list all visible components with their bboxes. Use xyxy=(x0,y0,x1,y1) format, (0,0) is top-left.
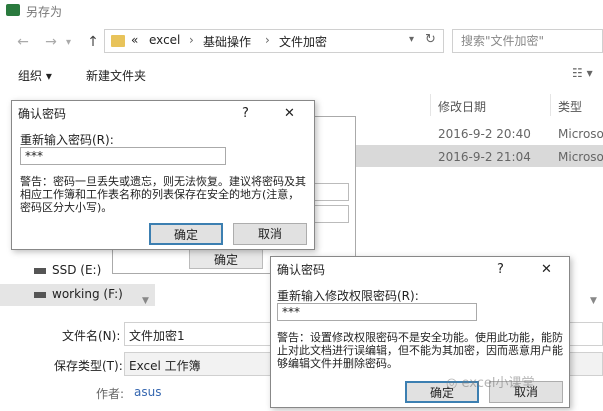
toolbar: 组织 ▾ 新建文件夹 ☷ ▾ xyxy=(0,60,603,90)
view-options-icon[interactable]: ☷ ▾ xyxy=(572,66,593,80)
address-chevrons[interactable]: « xyxy=(131,33,138,47)
dialog-title: 确认密码 xyxy=(271,257,569,283)
author-label: 作者: xyxy=(96,387,125,401)
filename-label: 文件名(N): xyxy=(62,329,121,343)
sidebar-scroll-down-icon[interactable]: ▼ xyxy=(142,296,149,306)
column-divider[interactable] xyxy=(430,94,431,116)
address-sep: › xyxy=(265,33,270,47)
drive-icon xyxy=(34,268,46,274)
forward-icon[interactable]: → xyxy=(40,31,62,53)
wechat-icon: ◎ xyxy=(446,376,458,391)
address-dropdown-icon[interactable]: ▾ xyxy=(409,34,414,45)
new-folder-button[interactable]: 新建文件夹 xyxy=(86,67,146,84)
file-row-date: 2016-9-2 20:40 xyxy=(438,127,531,141)
search-input[interactable]: 搜索"文件加密" xyxy=(452,29,603,53)
file-row-type: Microso xyxy=(558,127,603,141)
up-icon[interactable]: ↑ xyxy=(82,31,104,53)
dialog-title: 确认密码 xyxy=(12,101,314,127)
warning-text: 警告：密码一旦丢失或遗忘，则无法恢复。建议将密码及其相应工作簿和工作表名称的列表… xyxy=(20,175,306,214)
sidebar-item-working[interactable]: working (F:) xyxy=(0,284,155,306)
close-icon[interactable]: ✕ xyxy=(284,101,295,127)
reenter-modify-password-input[interactable]: *** xyxy=(277,303,477,321)
file-row-type: Microso xyxy=(558,150,603,164)
savetype-label: 保存类型(T): xyxy=(54,359,123,373)
address-sep: › xyxy=(189,33,194,47)
refresh-icon[interactable]: ↻ xyxy=(425,32,436,47)
drive-icon xyxy=(34,292,46,298)
reenter-password-label: 重新输入密码(R): xyxy=(20,133,114,147)
sidebar-item-label: SSD (E:) xyxy=(52,263,102,277)
window-title: 另存为 xyxy=(26,5,63,19)
address-segment-excel[interactable]: excel xyxy=(149,33,180,47)
warning-text: 警告：设置修改权限密码不是安全功能。使用此功能，能防止对此文档进行误编辑，但不能… xyxy=(277,331,563,370)
filename-value: 文件加密1 xyxy=(129,329,185,343)
close-icon[interactable]: ✕ xyxy=(541,257,552,283)
address-segment-encrypt[interactable]: 文件加密 xyxy=(279,33,327,50)
watermark-text: excel小课堂 xyxy=(461,376,535,391)
organize-button[interactable]: 组织 ▾ xyxy=(18,67,52,84)
ok-button[interactable]: 确定 xyxy=(189,249,263,269)
list-scroll-down-icon[interactable]: ▼ xyxy=(590,296,597,306)
app-icon xyxy=(6,4,20,16)
help-icon[interactable]: ? xyxy=(242,101,249,127)
address-segment-basic[interactable]: 基础操作 xyxy=(203,33,251,50)
help-icon[interactable]: ? xyxy=(497,257,504,283)
cancel-button[interactable]: 取消 xyxy=(233,223,307,245)
title-bar: 另存为 xyxy=(0,0,603,22)
column-divider[interactable] xyxy=(550,94,551,116)
reenter-password-input[interactable]: *** xyxy=(20,147,226,165)
column-modified-header[interactable]: 修改日期 xyxy=(438,98,486,115)
reenter-modify-password-label: 重新输入修改权限密码(R): xyxy=(277,289,419,303)
author-value[interactable]: asus xyxy=(134,385,161,399)
file-row-date: 2016-9-2 21:04 xyxy=(438,150,531,164)
recent-dropdown-icon[interactable]: ▾ xyxy=(66,37,71,48)
sidebar-item-label: working (F:) xyxy=(52,287,123,301)
savetype-value: Excel 工作簿 xyxy=(129,359,201,373)
ok-button[interactable]: 确定 xyxy=(149,223,223,245)
back-icon[interactable]: ← xyxy=(12,31,34,53)
confirm-password-dialog: 确认密码 ? ✕ 重新输入密码(R): *** 警告：密码一旦丢失或遗忘，则无法… xyxy=(11,100,315,250)
column-type-header[interactable]: 类型 xyxy=(558,98,582,115)
folder-icon xyxy=(111,35,125,47)
watermark: ◎ excel小课堂 xyxy=(446,372,534,391)
address-bar[interactable]: « excel › 基础操作 › 文件加密 ▾ ↻ xyxy=(104,29,444,53)
